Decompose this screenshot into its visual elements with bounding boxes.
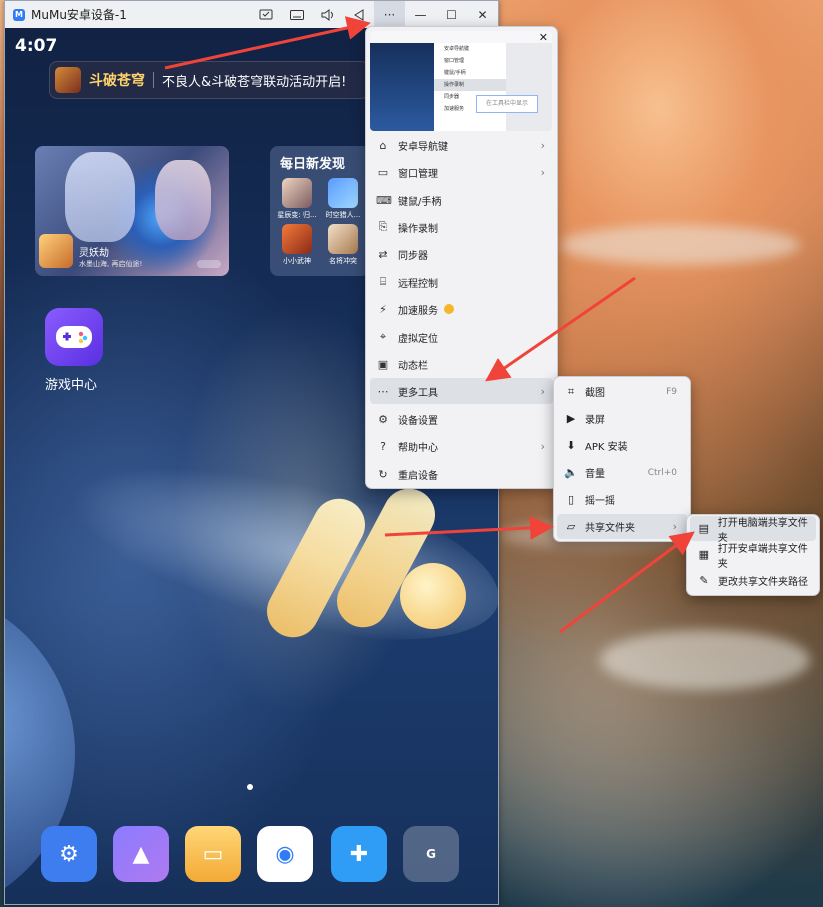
arrow-to-more-button: [164, 16, 371, 70]
arrow-to-more-tools: [485, 276, 636, 382]
arrow-to-open-pc-folder: [559, 531, 695, 634]
arrow-to-shared-folder: [384, 515, 554, 540]
annotation-arrows: [164, 16, 695, 634]
